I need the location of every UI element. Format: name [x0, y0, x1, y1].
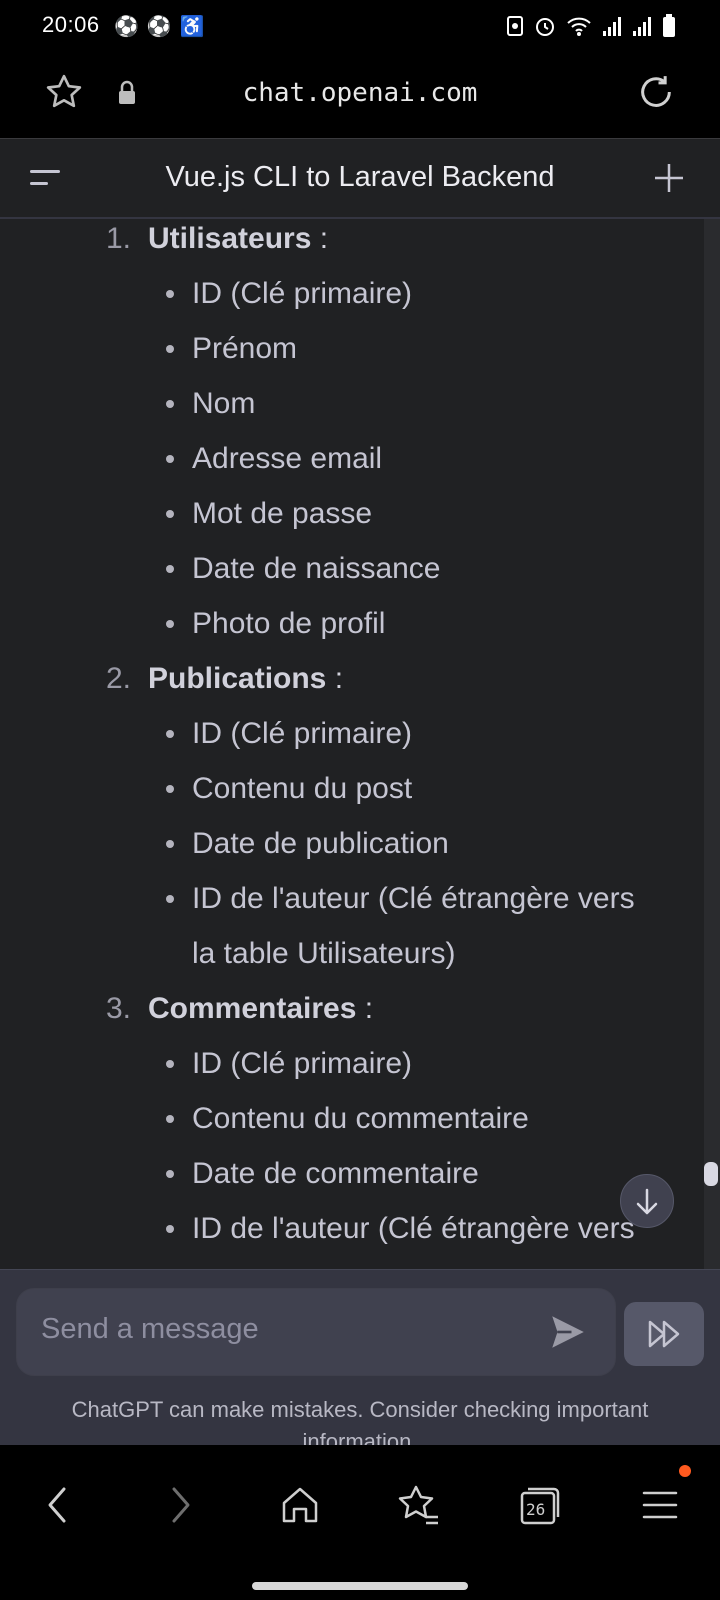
new-chat-plus-icon[interactable] — [652, 161, 686, 195]
list-item-text: Photo de profil — [192, 607, 386, 640]
list-item-text: ID (Clé primaire) — [192, 1047, 413, 1080]
list-item-text: Date de publication — [192, 827, 449, 860]
bullet-icon — [166, 840, 174, 848]
bookmarks-star-icon[interactable] — [396, 1483, 442, 1529]
bullet-icon — [166, 290, 174, 298]
home-icon[interactable] — [278, 1483, 322, 1527]
list-item-text: Contenu du commentaire — [192, 1102, 529, 1135]
gesture-home-bar[interactable] — [252, 1582, 468, 1590]
scrollbar-track[interactable] — [704, 219, 720, 1269]
section-heading: Utilisateurs — [148, 222, 312, 255]
reload-icon[interactable] — [636, 72, 676, 112]
bullet-icon — [166, 400, 174, 408]
list-item-text: ID (Clé primaire) — [192, 717, 413, 750]
wifi-icon — [567, 17, 591, 36]
heading-suffix: : — [326, 662, 344, 695]
chat-title: Vue.js CLI to Laravel Backend — [165, 161, 555, 193]
heading-suffix: : — [311, 222, 329, 255]
fast-forward-icon — [648, 1320, 680, 1348]
message-content: 1. Utilisateurs : ID (Clé primaire) Prén… — [0, 219, 720, 1269]
list-item-text: Adresse email — [192, 442, 383, 475]
scrollbar-thumb[interactable] — [704, 1162, 718, 1186]
soccer-ball-icon: ⚽ — [114, 16, 139, 38]
section-heading: Publications — [148, 662, 327, 695]
composer: Send a message ChatGPT can make mistakes… — [0, 1269, 720, 1454]
list-item-text: Date de commentaire — [192, 1157, 479, 1190]
bullet-icon — [166, 1170, 174, 1178]
scroll-to-bottom-button[interactable] — [620, 1174, 674, 1228]
list-number: 1. — [106, 222, 132, 255]
list-item-text: ID (Clé primaire) — [192, 277, 413, 310]
heading-suffix: : — [356, 992, 374, 1025]
section-heading: Commentaires — [148, 992, 357, 1025]
forward-icon[interactable] — [162, 1483, 198, 1527]
message-placeholder: Send a message — [41, 1313, 259, 1345]
list-item-text: Contenu du post — [192, 772, 413, 805]
list-item-text: Nom — [192, 387, 256, 420]
bullet-icon — [166, 730, 174, 738]
list-item-text: ID de l'auteur (Clé étrangère vers — [192, 882, 635, 915]
list-item-text: Date de naissance — [192, 552, 441, 585]
battery-icon — [663, 14, 675, 37]
alarm-icon — [536, 18, 554, 36]
list-number: 2. — [106, 662, 132, 695]
back-icon[interactable] — [40, 1483, 76, 1527]
tabs-count: 26 — [526, 1500, 546, 1519]
arrow-down-icon — [636, 1188, 658, 1215]
bullet-icon — [166, 565, 174, 573]
bullet-icon — [166, 1060, 174, 1068]
status-bar: 20:06 ⚽ ⚽ ♿ — [0, 0, 720, 54]
signal-icon — [633, 17, 651, 36]
url-text[interactable]: chat.openai.com — [0, 78, 720, 108]
tabs-button[interactable]: 26 — [518, 1483, 562, 1527]
bullet-icon — [166, 1115, 174, 1123]
list-item-text: Prénom — [192, 332, 298, 365]
bullet-icon — [166, 455, 174, 463]
list-number: 3. — [106, 992, 132, 1025]
message-input[interactable]: Send a message — [16, 1288, 616, 1376]
browser-bottom-nav: 26 — [0, 1445, 720, 1600]
chat-header: Vue.js CLI to Laravel Backend — [0, 139, 720, 219]
send-icon[interactable] — [547, 1311, 589, 1353]
bullet-icon — [166, 785, 174, 793]
bullet-icon — [166, 895, 174, 903]
bullet-icon — [166, 620, 174, 628]
bullet-icon — [166, 510, 174, 518]
bullet-icon — [166, 345, 174, 353]
list-item-text: Mot de passe — [192, 497, 373, 530]
notification-dot — [679, 1465, 691, 1477]
continue-generating-button[interactable] — [624, 1302, 704, 1366]
list-item-text: la table Utilisateurs) — [192, 937, 456, 970]
list-item-text: ID de l'auteur (Clé étrangère vers — [192, 1212, 635, 1245]
bullet-icon — [166, 1225, 174, 1233]
soccer-ball-icon: ⚽ — [146, 16, 172, 38]
signal-icon — [603, 17, 621, 36]
status-time: 20:06 — [42, 12, 100, 37]
screenshot-icon — [507, 16, 523, 36]
accessibility-icon: ♿ — [179, 16, 205, 38]
browser-url-bar: chat.openai.com — [0, 54, 720, 140]
menu-icon[interactable] — [640, 1483, 680, 1527]
